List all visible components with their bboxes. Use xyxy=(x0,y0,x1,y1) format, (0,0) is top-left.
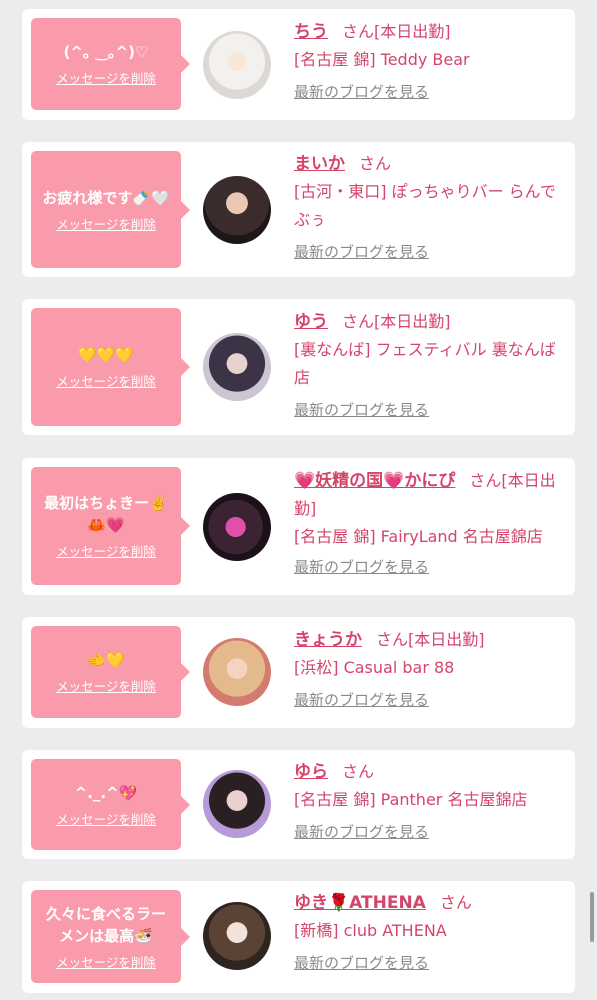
message-text: 久々に食べるラーメンは最高🍜 xyxy=(45,904,166,945)
message-card: 最初はちょきー✌️🦀💗 メッセージを削除 💗妖精の国💗かにぴ さん[本日出勤] [… xyxy=(22,458,575,595)
latest-blog-link[interactable]: 最新のブログを見る xyxy=(294,820,564,844)
message-text: 💛💛💛 xyxy=(77,346,135,364)
san-suffix: さん xyxy=(342,762,375,781)
avatar[interactable] xyxy=(203,638,271,706)
latest-blog-link[interactable]: 最新のブログを見る xyxy=(294,555,564,579)
san-suffix: さん xyxy=(469,471,502,490)
latest-blog-link[interactable]: 最新のブログを見る xyxy=(294,80,564,104)
sender-name-link[interactable]: ゆき🌹ATHENA xyxy=(294,893,426,913)
scrollbar[interactable] xyxy=(590,892,594,942)
avatar[interactable] xyxy=(203,493,271,561)
status-text: [本日出勤] xyxy=(374,22,451,41)
message-bubble: 久々に食べるラーメンは最高🍜 メッセージを削除 xyxy=(31,890,190,983)
message-text: 最初はちょきー✌️🦀💗 xyxy=(44,494,168,534)
sender-info: 💗妖精の国💗かにぴ さん[本日出勤] [名古屋 錦] FairyLand 名古屋錦… xyxy=(294,467,564,579)
delete-message-link[interactable]: メッセージを削除 xyxy=(56,676,156,695)
sender-name-link[interactable]: ゆう xyxy=(294,312,328,332)
avatar[interactable] xyxy=(203,176,271,244)
message-bubble: 💛💛💛 メッセージを削除 xyxy=(31,308,190,426)
shop-name: [名古屋 錦] FairyLand 名古屋錦店 xyxy=(294,527,543,546)
sender-name-link[interactable]: ちう xyxy=(294,22,328,42)
san-suffix: さん xyxy=(376,630,409,649)
latest-blog-link[interactable]: 最新のブログを見る xyxy=(294,951,564,975)
message-bubble: お疲れ様です🍼🤍 メッセージを削除 xyxy=(31,151,190,268)
sender-info: ゆら さん [名古屋 錦] Panther 名古屋錦店 最新のブログを見る xyxy=(294,758,564,844)
latest-blog-link[interactable]: 最新のブログを見る xyxy=(294,398,564,422)
shop-name: [新橋] club ATHENA xyxy=(294,921,447,940)
message-text: お疲れ様です🍼🤍 xyxy=(42,188,170,207)
message-text: ^._.^💖 xyxy=(74,783,138,802)
message-card: お疲れ様です🍼🤍 メッセージを削除 まいか さん [古河・東口] ぽっちゃりバー … xyxy=(22,142,575,277)
sender-info: まいか さん [古河・東口] ぽっちゃりバー らんでぶぅ 最新のブログを見る xyxy=(294,150,564,264)
delete-message-link[interactable]: メッセージを削除 xyxy=(56,371,156,390)
sender-info: ゆう さん[本日出勤] [裏なんば] フェスティバル 裏なんば店 最新のブログを見… xyxy=(294,308,564,422)
delete-message-link[interactable]: メッセージを削除 xyxy=(56,541,156,560)
sender-info: ゆき🌹ATHENA さん [新橋] club ATHENA 最新のブログを見る xyxy=(294,889,564,975)
latest-blog-link[interactable]: 最新のブログを見る xyxy=(294,688,564,712)
message-text: (^｡ ‿｡^)♡ xyxy=(63,43,149,61)
delete-message-link[interactable]: メッセージを削除 xyxy=(56,952,156,971)
shop-name: [浜松] Casual bar 88 xyxy=(294,658,455,677)
avatar[interactable] xyxy=(203,31,271,99)
san-suffix: さん xyxy=(359,154,392,173)
shop-name: [裏なんば] フェスティバル 裏なんば店 xyxy=(294,340,556,387)
sender-name-link[interactable]: 💗妖精の国💗かにぴ xyxy=(294,471,455,491)
san-suffix: さん xyxy=(439,893,472,912)
latest-blog-link[interactable]: 最新のブログを見る xyxy=(294,240,564,264)
avatar[interactable] xyxy=(203,902,271,970)
sender-info: ちう さん[本日出勤] [名古屋 錦] Teddy Bear 最新のブログを見る xyxy=(294,18,564,104)
shop-name: [名古屋 錦] Panther 名古屋錦店 xyxy=(294,790,528,809)
message-card: 久々に食べるラーメンは最高🍜 メッセージを削除 ゆき🌹ATHENA さん [新橋]… xyxy=(22,881,575,993)
san-suffix: さん xyxy=(342,312,375,331)
message-bubble: 🫲💛 メッセージを削除 xyxy=(31,626,190,718)
status-text: [本日出勤] xyxy=(408,630,485,649)
status-text: [本日出勤] xyxy=(374,312,451,331)
message-bubble: 最初はちょきー✌️🦀💗 メッセージを削除 xyxy=(31,467,190,585)
message-card: ^._.^💖 メッセージを削除 ゆら さん [名古屋 錦] Panther 名古屋… xyxy=(22,750,575,859)
sender-name-link[interactable]: まいか xyxy=(294,154,345,174)
message-bubble: (^｡ ‿｡^)♡ メッセージを削除 xyxy=(31,18,190,110)
message-text: 🫲💛 xyxy=(87,651,125,669)
sender-info: きょうか さん[本日出勤] [浜松] Casual bar 88 最新のブログを見… xyxy=(294,626,564,712)
shop-name: [名古屋 錦] Teddy Bear xyxy=(294,50,470,69)
delete-message-link[interactable]: メッセージを削除 xyxy=(56,68,156,87)
message-card: (^｡ ‿｡^)♡ メッセージを削除 ちう さん[本日出勤] [名古屋 錦] Te… xyxy=(22,9,575,120)
shop-name: [古河・東口] ぽっちゃりバー らんでぶぅ xyxy=(294,182,556,229)
message-card: 💛💛💛 メッセージを削除 ゆう さん[本日出勤] [裏なんば] フェスティバル 裏… xyxy=(22,299,575,435)
delete-message-link[interactable]: メッセージを削除 xyxy=(56,214,156,233)
message-bubble: ^._.^💖 メッセージを削除 xyxy=(31,759,190,850)
sender-name-link[interactable]: ゆら xyxy=(294,762,328,782)
delete-message-link[interactable]: メッセージを削除 xyxy=(56,809,156,828)
sender-name-link[interactable]: きょうか xyxy=(294,630,362,650)
avatar[interactable] xyxy=(203,770,271,838)
message-card: 🫲💛 メッセージを削除 きょうか さん[本日出勤] [浜松] Casual bar… xyxy=(22,617,575,728)
avatar[interactable] xyxy=(203,333,271,401)
san-suffix: さん xyxy=(342,22,375,41)
